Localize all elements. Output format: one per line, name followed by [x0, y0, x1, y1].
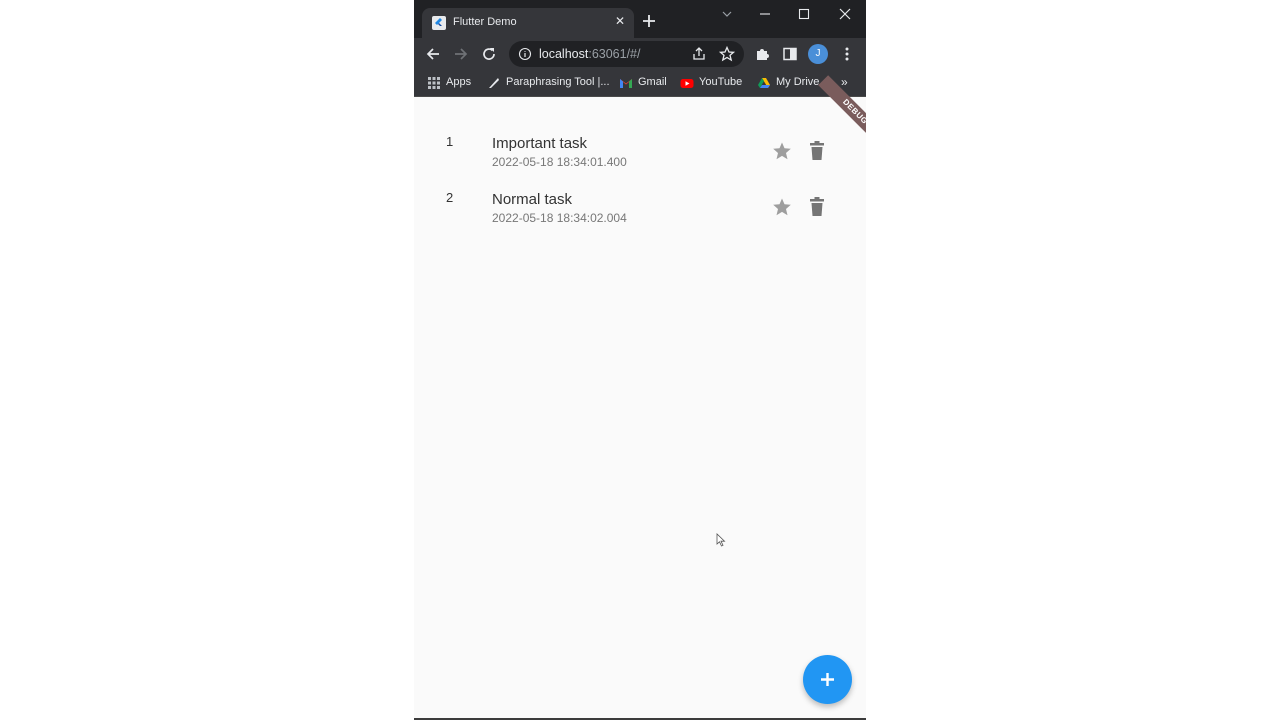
- apps-grid-icon: [428, 77, 440, 89]
- app-content: DEBUG 1 Important task 2022-05-18 18:34:…: [414, 75, 866, 718]
- tab-close-icon[interactable]: ✕: [612, 13, 628, 29]
- youtube-icon: [680, 79, 694, 88]
- new-tab-icon[interactable]: [640, 12, 658, 30]
- bookmarks-bar: Apps Paraphrasing Tool |... Gmail YouTub…: [414, 70, 866, 97]
- task-item[interactable]: 2 Normal task 2022-05-18 18:34:02.004: [414, 187, 866, 243]
- bookmark-label: Paraphrasing Tool |...: [506, 76, 610, 88]
- url-text: localhost:63061/#/: [539, 47, 640, 61]
- delete-icon[interactable]: [807, 140, 827, 162]
- share-icon[interactable]: [690, 45, 708, 63]
- back-arrow-icon[interactable]: [424, 45, 442, 63]
- url-path: :63061/#/: [588, 47, 641, 61]
- tab-title: Flutter Demo: [453, 16, 517, 28]
- bookmark-label: YouTube: [699, 76, 743, 88]
- star-icon[interactable]: [771, 196, 793, 218]
- drive-icon: [758, 78, 770, 88]
- bookmark-label: Apps: [446, 76, 472, 88]
- task-index: 2: [446, 190, 454, 205]
- task-index: 1: [446, 134, 454, 149]
- plus-icon: [821, 673, 834, 686]
- tab-flutter-demo[interactable]: Flutter Demo ✕: [422, 8, 634, 38]
- browser-toolbar: localhost:63061/#/ J: [414, 38, 866, 70]
- task-title: Normal task: [492, 191, 573, 208]
- delete-icon[interactable]: [807, 196, 827, 218]
- browser-window: Flutter Demo ✕ localhost:63061/#/ J Apps…: [414, 0, 866, 720]
- reload-icon[interactable]: [480, 45, 498, 63]
- bookmark-star-icon[interactable]: [718, 45, 736, 63]
- flutter-favicon-icon: [432, 16, 446, 30]
- more-menu-icon[interactable]: [838, 45, 856, 63]
- bookmarks-overflow-button[interactable]: »: [841, 75, 848, 89]
- profile-avatar[interactable]: J: [808, 44, 828, 64]
- address-bar[interactable]: localhost:63061/#/: [509, 41, 744, 67]
- bookmark-label: My Drive: [776, 76, 820, 88]
- site-info-icon[interactable]: [518, 47, 532, 61]
- bookmark-label: Gmail: [638, 76, 667, 88]
- gmail-icon: [620, 79, 632, 88]
- task-date: 2022-05-18 18:34:02.004: [492, 211, 627, 225]
- star-icon[interactable]: [771, 140, 793, 162]
- mouse-cursor-icon: [716, 533, 726, 547]
- add-task-button[interactable]: [803, 655, 852, 704]
- task-title: Important task: [492, 135, 588, 152]
- tab-search-chevron-icon[interactable]: [718, 6, 736, 22]
- window-close-icon[interactable]: [836, 6, 854, 22]
- quill-icon: [489, 78, 499, 88]
- maximize-icon[interactable]: [795, 6, 813, 22]
- extensions-puzzle-icon[interactable]: [753, 45, 771, 63]
- url-host: localhost: [539, 47, 589, 61]
- side-panel-icon[interactable]: [781, 45, 799, 63]
- forward-arrow-icon[interactable]: [452, 45, 470, 63]
- task-item[interactable]: 1 Important task 2022-05-18 18:34:01.400: [414, 131, 866, 187]
- task-date: 2022-05-18 18:34:01.400: [492, 155, 627, 169]
- minimize-icon[interactable]: [756, 6, 774, 22]
- tab-strip: Flutter Demo ✕: [414, 0, 866, 38]
